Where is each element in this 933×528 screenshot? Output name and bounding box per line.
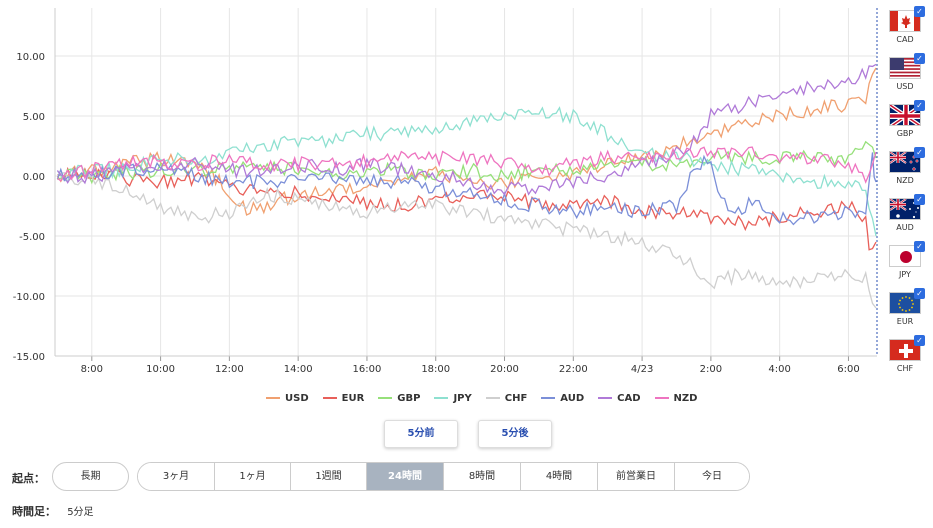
range-button-long[interactable]: 長期: [52, 462, 129, 491]
origin-label: 起点：: [12, 472, 45, 485]
legend-item-jpy[interactable]: JPY: [434, 392, 472, 404]
currency-label: EUR: [896, 317, 914, 326]
range-selector: 起点： 長期 3ヶ月 1ヶ月 1週間 24時間 8時間 4時間 前営業日 今日: [0, 462, 933, 492]
currency-toggle-cad[interactable]: ✓ CAD: [884, 6, 930, 54]
checkbox-icon[interactable]: ✓: [914, 100, 925, 111]
legend-swatch: [322, 397, 337, 399]
range-button[interactable]: 前営業日: [597, 463, 674, 490]
legend-item-chf[interactable]: CHF: [485, 392, 528, 404]
checkbox-icon[interactable]: ✓: [914, 147, 925, 158]
x-tick-label: 6:00: [837, 364, 859, 375]
y-tick-label: -10.00: [13, 292, 45, 303]
legend-swatch: [541, 397, 556, 399]
checkbox-icon[interactable]: ✓: [914, 6, 925, 17]
y-tick-label: 0.00: [23, 172, 45, 183]
legend-swatch: [485, 397, 500, 399]
checkbox-icon[interactable]: ✓: [914, 335, 925, 346]
chart-legend: USD EUR GBP JPY CHF AUD CAD NZD: [266, 391, 697, 405]
currency-label: USD: [896, 82, 914, 91]
legend-label: USD: [285, 392, 309, 404]
interval-label: 時間足：: [12, 505, 56, 518]
range-button[interactable]: 3ヶ月: [138, 463, 214, 490]
legend-item-usd[interactable]: USD: [266, 393, 309, 404]
range-button[interactable]: 今日: [674, 463, 749, 490]
legend-item-gbp[interactable]: GBP: [378, 393, 420, 404]
x-tick-label: 8:00: [81, 364, 103, 375]
series-line-cad: [56, 63, 877, 196]
checkbox-icon[interactable]: ✓: [914, 288, 925, 299]
legend-label: EUR: [341, 392, 365, 404]
currency-toggle-chf[interactable]: ✓ CHF: [884, 335, 930, 383]
currency-toggle-gbp[interactable]: ✓ GBP: [884, 100, 930, 148]
legend-label: NZD: [673, 392, 698, 404]
legend-swatch: [654, 397, 669, 399]
legend-item-aud[interactable]: AUD: [541, 393, 584, 404]
currency-toggle-usd[interactable]: ✓ USD: [884, 53, 930, 101]
range-button[interactable]: 24時間: [366, 463, 443, 490]
currency-label: NZD: [896, 176, 914, 185]
y-tick-label: -15.00: [13, 352, 45, 363]
currency-toggle-eur[interactable]: ✓ EUR: [884, 288, 930, 336]
range-button-group: 3ヶ月 1ヶ月 1週間 24時間 8時間 4時間 前営業日 今日: [137, 462, 750, 491]
x-tick-label: 20:00: [490, 364, 519, 375]
interval-value: 5分足: [67, 507, 94, 518]
legend-item-cad[interactable]: CAD: [598, 392, 641, 404]
x-tick-label: 22:00: [559, 364, 588, 375]
x-tick-label: 10:00: [146, 364, 175, 375]
legend-swatch: [266, 397, 280, 399]
y-tick-label: 10.00: [16, 52, 45, 63]
legend-label: AUD: [560, 392, 585, 404]
line-chart: 10.00 5.00 0.00 -5.00 -10.00 -15.00 8:00 10:00 1…: [13, 8, 878, 375]
legend-label: GBP: [397, 392, 421, 404]
range-button[interactable]: 4時間: [520, 463, 597, 490]
currency-label: CHF: [896, 364, 914, 373]
currency-toggle-nzd[interactable]: ✓ NZD: [884, 147, 930, 195]
range-button[interactable]: 1ヶ月: [214, 463, 290, 490]
legend-item-eur[interactable]: EUR: [322, 392, 365, 404]
checkbox-icon[interactable]: ✓: [914, 53, 925, 64]
legend-swatch: [598, 397, 613, 399]
legend-swatch: [378, 397, 393, 399]
currency-label: CAD: [896, 35, 914, 44]
legend-label: CAD: [617, 392, 641, 404]
currency-label: AUD: [896, 223, 914, 232]
legend-label: CHF: [504, 392, 528, 404]
y-tick-label: 5.00: [23, 112, 45, 123]
x-tick-label: 4:00: [768, 364, 790, 375]
currency-toggle-aud[interactable]: ✓ AUD: [884, 194, 930, 242]
series-line-chf: [57, 171, 877, 309]
x-tick-label: 18:00: [421, 364, 450, 375]
chart-area: 10.00 5.00 0.00 -5.00 -10.00 -15.00 8:00 10:00 1…: [0, 0, 933, 380]
x-tick-label: 14:00: [284, 364, 313, 375]
prev-5min-button[interactable]: 5分前: [384, 420, 458, 448]
y-tick-label: -5.00: [19, 232, 45, 243]
checkbox-icon[interactable]: ✓: [914, 241, 925, 252]
legend-swatch: [434, 397, 449, 399]
legend-item-nzd[interactable]: NZD: [654, 392, 698, 404]
interval-row: 時間足： 5分足: [12, 503, 94, 519]
x-tick-label: 2:00: [700, 364, 722, 375]
currency-toggle-jpy[interactable]: ✓ JPY: [884, 241, 930, 289]
currency-label: GBP: [896, 129, 914, 138]
series-line-usd: [56, 67, 877, 216]
legend-label: JPY: [453, 392, 472, 404]
range-button[interactable]: 8時間: [443, 463, 520, 490]
currency-label: JPY: [899, 270, 911, 279]
x-tick-label: 12:00: [215, 364, 244, 375]
x-tick-label: 4/23: [631, 364, 653, 375]
range-button[interactable]: 1週間: [290, 463, 366, 490]
checkbox-icon[interactable]: ✓: [914, 194, 925, 205]
x-tick-label: 16:00: [353, 364, 382, 375]
next-5min-button[interactable]: 5分後: [478, 420, 552, 448]
